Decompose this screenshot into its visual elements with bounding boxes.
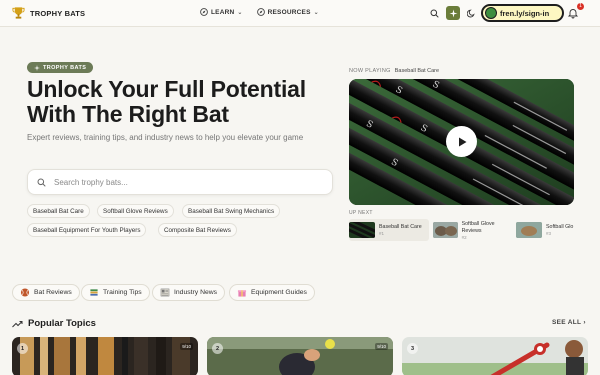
gift-icon bbox=[237, 290, 247, 297]
chevron-down-icon: ⌄ bbox=[313, 9, 319, 16]
sparkle-button[interactable] bbox=[446, 6, 460, 20]
video-player[interactable]: S S S S S S bbox=[349, 79, 574, 205]
queue-thumbnail bbox=[349, 222, 375, 238]
hero-title: Unlock Your Full Potential With The Righ… bbox=[27, 76, 306, 127]
category-industry-news[interactable]: Industry News bbox=[152, 284, 226, 301]
trophy-icon bbox=[12, 7, 25, 19]
queue-thumbnail bbox=[433, 222, 458, 238]
hero-pill-label: TROPHY BATS bbox=[43, 64, 87, 71]
wooden-bats-image bbox=[12, 337, 198, 375]
category-bat-reviews[interactable]: Bat Reviews bbox=[12, 284, 80, 301]
top-nav: TROPHY BATS LEARN ⌄ RESOURCES ⌄ fren.ly/… bbox=[0, 0, 600, 27]
search-icon bbox=[37, 178, 46, 187]
queue-item-num: #3 bbox=[546, 231, 552, 236]
menu-resources-label: RESOURCES bbox=[267, 8, 311, 16]
category-equipment-guides[interactable]: Equipment Guides bbox=[229, 284, 315, 301]
card-rank: 2 bbox=[212, 343, 223, 354]
category-training-tips[interactable]: Training Tips bbox=[81, 284, 150, 301]
batter-image bbox=[402, 337, 588, 375]
chip-youth-equipment[interactable]: Baseball Equipment For Youth Players bbox=[27, 223, 147, 237]
queue-item[interactable]: Softball Glove Reviews #2 bbox=[433, 219, 513, 241]
baseball-icon bbox=[20, 288, 30, 297]
notification-badge: 1 bbox=[577, 3, 584, 10]
search-input[interactable] bbox=[54, 177, 314, 187]
menu-learn[interactable]: LEARN ⌄ bbox=[200, 8, 243, 16]
trending-up-icon bbox=[12, 320, 23, 327]
search-box[interactable] bbox=[27, 169, 333, 195]
queue-thumbnail bbox=[516, 222, 542, 238]
chip-baseball-bat-care[interactable]: Baseball Bat Care bbox=[27, 204, 90, 218]
queue-item-num: #1 bbox=[379, 231, 385, 236]
card-score: 9/10 bbox=[375, 343, 388, 350]
chevron-down-icon: ⌄ bbox=[237, 9, 243, 16]
queue-item-title: Softball Glo bbox=[546, 224, 574, 230]
card-score: 9/10 bbox=[180, 343, 193, 350]
queue-item-num: #2 bbox=[461, 234, 467, 240]
chip-composite-bat-reviews[interactable]: Composite Bat Reviews bbox=[158, 223, 237, 237]
now-playing-title: Baseball Bat Care bbox=[394, 68, 440, 74]
brand[interactable]: TROPHY BATS bbox=[12, 6, 85, 20]
chevron-right-icon: › bbox=[583, 319, 586, 326]
queue-item[interactable]: Baseball Bat Care #1 bbox=[349, 219, 429, 241]
brand-name: TROPHY BATS bbox=[30, 8, 86, 18]
avatar bbox=[485, 7, 497, 19]
category-label: Training Tips bbox=[103, 289, 142, 296]
queue-item-title: Softball Glove Reviews bbox=[461, 220, 495, 234]
play-icon bbox=[458, 137, 466, 146]
see-all-label: SEE ALL bbox=[552, 319, 582, 326]
category-label: Equipment Guides bbox=[251, 289, 307, 296]
category-label: Bat Reviews bbox=[34, 289, 72, 296]
theme-toggle[interactable] bbox=[464, 6, 478, 20]
book-icon bbox=[90, 289, 98, 296]
play-button[interactable] bbox=[446, 126, 477, 157]
queue-item[interactable]: Softball Glo #3 bbox=[516, 219, 574, 241]
chip-softball-glove-reviews[interactable]: Softball Glove Reviews bbox=[97, 204, 174, 218]
see-all-link[interactable]: SEE ALL › bbox=[552, 319, 586, 326]
now-playing: NOW PLAYING Baseball Bat Care bbox=[349, 68, 439, 74]
up-next-label: UP NEXT bbox=[349, 210, 373, 216]
hero-subtitle: Expert reviews, training tips, and indus… bbox=[27, 133, 304, 142]
main-menu: LEARN ⌄ RESOURCES ⌄ bbox=[200, 8, 319, 16]
search-button[interactable] bbox=[427, 6, 441, 20]
softball-player-image bbox=[207, 337, 393, 375]
sign-in-label: fren.ly/sign-in bbox=[500, 8, 550, 18]
search-icon bbox=[430, 9, 439, 18]
category-label: Industry News bbox=[174, 289, 218, 296]
chip-swing-mechanics[interactable]: Baseball Bat Swing Mechanics bbox=[182, 204, 281, 218]
queue-item-title: Baseball Bat Care bbox=[379, 224, 422, 230]
moon-icon bbox=[466, 9, 475, 17]
popular-topics-heading: Popular Topics bbox=[12, 318, 96, 329]
compass-icon bbox=[256, 8, 265, 16]
topic-card[interactable]: 2 9/10 bbox=[207, 337, 393, 375]
sparkle-icon bbox=[449, 9, 457, 17]
compass-icon bbox=[200, 8, 208, 16]
topic-card[interactable]: 3 bbox=[402, 337, 588, 375]
hero-pill: TROPHY BATS bbox=[27, 62, 94, 73]
card-rank: 3 bbox=[407, 343, 418, 354]
menu-learn-label: LEARN bbox=[211, 8, 235, 16]
newspaper-icon bbox=[160, 288, 170, 297]
sparkle-icon bbox=[34, 64, 40, 71]
menu-resources[interactable]: RESOURCES ⌄ bbox=[256, 8, 319, 16]
popular-topics-title: Popular Topics bbox=[28, 318, 96, 329]
sign-in-button[interactable]: fren.ly/sign-in bbox=[481, 4, 564, 22]
topic-card[interactable]: 1 9/10 bbox=[12, 337, 198, 375]
card-rank: 1 bbox=[17, 343, 28, 354]
now-playing-label: NOW PLAYING bbox=[349, 68, 391, 74]
